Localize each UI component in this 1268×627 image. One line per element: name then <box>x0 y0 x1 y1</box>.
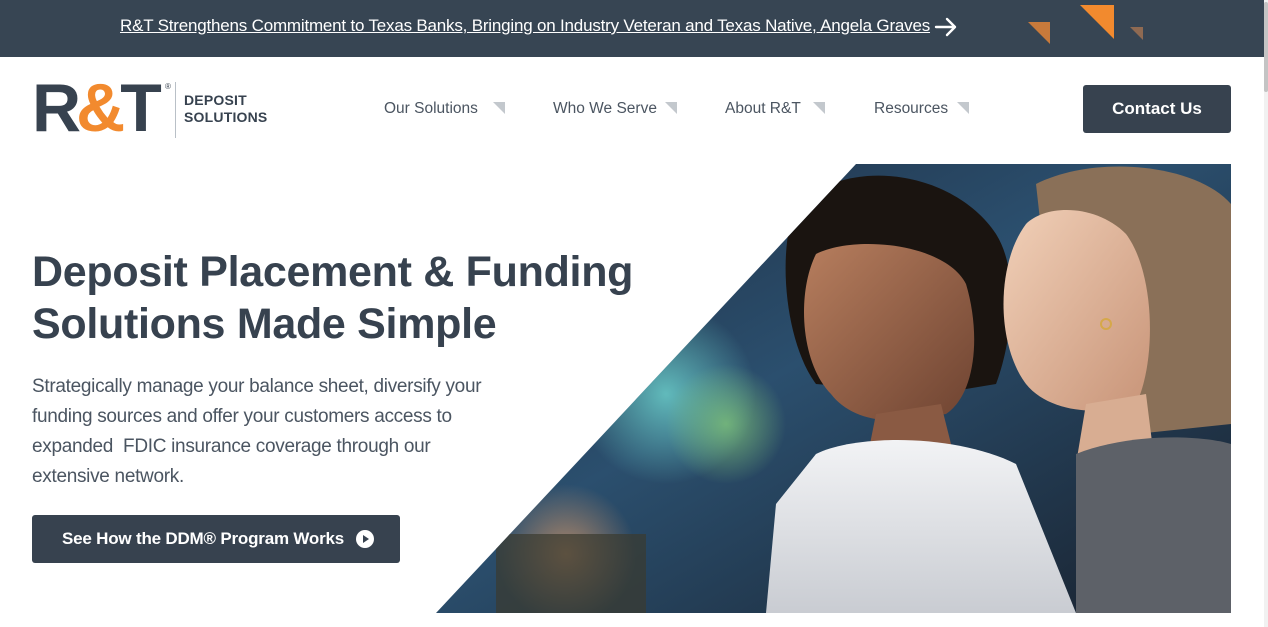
contact-us-button[interactable]: Contact Us <box>1083 85 1231 133</box>
decorative-triangle <box>1080 5 1114 39</box>
nav-caret-icon[interactable] <box>957 102 969 114</box>
scrollbar-track[interactable] <box>1264 0 1268 627</box>
logo-subtitle-line1: DEPOSIT <box>184 92 247 108</box>
nav-item-who-we-serve[interactable]: Who We Serve <box>553 100 657 118</box>
logo-divider <box>175 82 176 138</box>
cta-label: See How the DDM® Program Works <box>62 529 345 548</box>
brand-logo[interactable]: R&T ® DEPOSIT SOLUTIONS <box>32 74 282 142</box>
see-how-ddm-works-button[interactable]: See How the DDM® Program Works <box>32 515 400 563</box>
logo-registered-mark: ® <box>165 82 171 91</box>
scrollbar-thumb[interactable] <box>1264 2 1268 92</box>
logo-subtitle-line2: SOLUTIONS <box>184 109 268 125</box>
nav-item-about[interactable]: About R&T <box>725 100 801 118</box>
play-circle-icon <box>356 530 375 548</box>
nav-caret-icon[interactable] <box>813 102 825 114</box>
arrow-right-icon[interactable] <box>933 14 959 40</box>
nav-item-resources[interactable]: Resources <box>874 100 948 118</box>
nav-caret-icon[interactable] <box>665 102 677 114</box>
logo-letter-t: T <box>120 70 161 146</box>
announcement-bar: R&T Strengthens Commitment to Texas Bank… <box>0 0 1264 57</box>
announcement-link[interactable]: R&T Strengthens Commitment to Texas Bank… <box>120 16 930 36</box>
nav-item-our-solutions[interactable]: Our Solutions <box>384 100 478 118</box>
logo-subtitle: DEPOSIT SOLUTIONS <box>184 92 267 126</box>
decorative-triangle <box>1130 27 1143 40</box>
logo-ampersand: & <box>76 70 125 146</box>
logo-letter-r: R <box>32 70 81 146</box>
nav-caret-icon[interactable] <box>493 102 505 114</box>
logo-wordmark: R&T <box>32 74 162 142</box>
decorative-triangle <box>1028 22 1050 44</box>
hero-image <box>436 164 1231 613</box>
